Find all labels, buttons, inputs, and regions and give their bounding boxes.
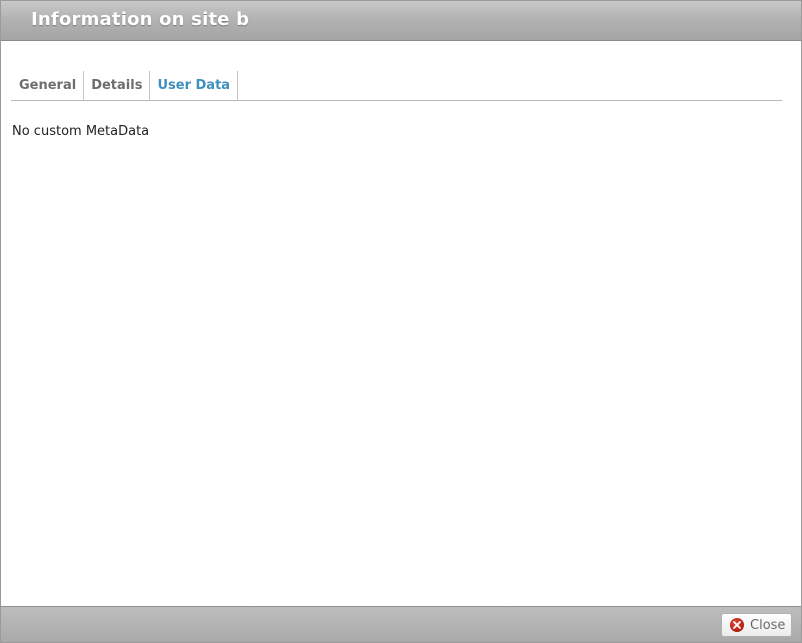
close-button-label: Close <box>750 617 786 633</box>
dialog-title: Information on site b <box>31 9 250 30</box>
tab-details[interactable]: Details <box>84 71 151 100</box>
close-button[interactable]: Close <box>721 613 792 637</box>
dialog-footer: Close <box>1 606 801 642</box>
no-metadata-message: No custom MetaData <box>12 124 150 139</box>
close-icon <box>730 618 744 632</box>
tab-bar: General Details User Data <box>11 71 782 101</box>
info-dialog: Information on site b General Details Us… <box>0 0 802 643</box>
tab-user-data[interactable]: User Data <box>150 71 239 100</box>
tab-general[interactable]: General <box>11 71 85 100</box>
dialog-titlebar[interactable]: Information on site b <box>1 1 801 41</box>
